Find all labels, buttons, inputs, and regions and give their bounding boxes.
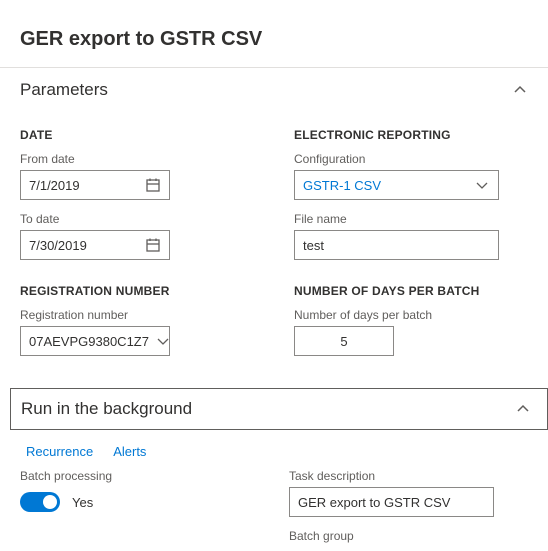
configuration-label: Configuration (294, 152, 528, 166)
task-description-label: Task description (289, 469, 528, 483)
filename-value: test (303, 238, 490, 253)
parameters-right-col: ELECTRONIC REPORTING Configuration GSTR-… (294, 116, 528, 368)
section-background-header[interactable]: Run in the background (10, 388, 548, 430)
from-date-input[interactable]: 7/1/2019 (20, 170, 170, 200)
chevron-up-icon (512, 82, 528, 98)
background-links: Recurrence Alerts (0, 430, 548, 469)
field-task-description: Task description GER export to GSTR CSV (289, 469, 528, 517)
batch-group-label: Batch group (289, 529, 528, 543)
configuration-select[interactable]: GSTR-1 CSV (294, 170, 499, 200)
batch-processing-state: Yes (72, 495, 93, 510)
registration-select[interactable]: 07AEVPG9380C1Z7 (20, 326, 170, 356)
recurrence-link[interactable]: Recurrence (26, 444, 93, 459)
parameters-body: DATE From date 7/1/2019 To date 7/30/201… (0, 112, 548, 388)
task-description-value: GER export to GSTR CSV (298, 495, 485, 510)
calendar-icon[interactable] (145, 177, 161, 193)
field-days-per-batch: Number of days per batch 5 (294, 308, 528, 356)
chevron-down-icon (474, 177, 490, 193)
chevron-down-icon (155, 333, 171, 349)
field-to-date: To date 7/30/2019 (20, 212, 254, 260)
days-per-batch-input[interactable]: 5 (294, 326, 394, 356)
batch-processing-toggle[interactable] (20, 492, 60, 512)
field-batch-processing: Batch processing Yes (20, 469, 259, 517)
section-background-title: Run in the background (21, 399, 192, 419)
field-configuration: Configuration GSTR-1 CSV (294, 152, 528, 200)
background-right-col: Task description GER export to GSTR CSV … (289, 469, 528, 547)
registration-label: Registration number (20, 308, 254, 322)
to-date-input[interactable]: 7/30/2019 (20, 230, 170, 260)
chevron-up-icon (515, 401, 531, 417)
group-days-per-batch: NUMBER OF DAYS PER BATCH (294, 284, 528, 298)
field-registration: Registration number 07AEVPG9380C1Z7 (20, 308, 254, 356)
parameters-left-col: DATE From date 7/1/2019 To date 7/30/201… (20, 116, 254, 368)
to-date-value: 7/30/2019 (29, 238, 139, 253)
dialog-title: GER export to GSTR CSV (20, 28, 528, 51)
field-batch-group: Batch group (289, 529, 528, 547)
group-registration: REGISTRATION NUMBER (20, 284, 254, 298)
configuration-value: GSTR-1 CSV (303, 178, 468, 193)
field-filename: File name test (294, 212, 528, 260)
section-parameters-title: Parameters (20, 80, 108, 100)
alerts-link[interactable]: Alerts (113, 444, 146, 459)
days-per-batch-value: 5 (303, 334, 385, 349)
filename-label: File name (294, 212, 528, 226)
group-electronic-reporting: ELECTRONIC REPORTING (294, 128, 528, 142)
filename-input[interactable]: test (294, 230, 499, 260)
field-from-date: From date 7/1/2019 (20, 152, 254, 200)
background-left-col: Batch processing Yes (20, 469, 259, 547)
group-date: DATE (20, 128, 254, 142)
calendar-icon[interactable] (145, 237, 161, 253)
from-date-value: 7/1/2019 (29, 178, 139, 193)
from-date-label: From date (20, 152, 254, 166)
days-per-batch-label: Number of days per batch (294, 308, 528, 322)
toggle-knob (43, 495, 57, 509)
batch-processing-label: Batch processing (20, 469, 259, 483)
section-parameters-header[interactable]: Parameters (0, 68, 548, 112)
registration-value: 07AEVPG9380C1Z7 (29, 334, 149, 349)
dialog-header: GER export to GSTR CSV (0, 0, 548, 68)
task-description-input[interactable]: GER export to GSTR CSV (289, 487, 494, 517)
to-date-label: To date (20, 212, 254, 226)
